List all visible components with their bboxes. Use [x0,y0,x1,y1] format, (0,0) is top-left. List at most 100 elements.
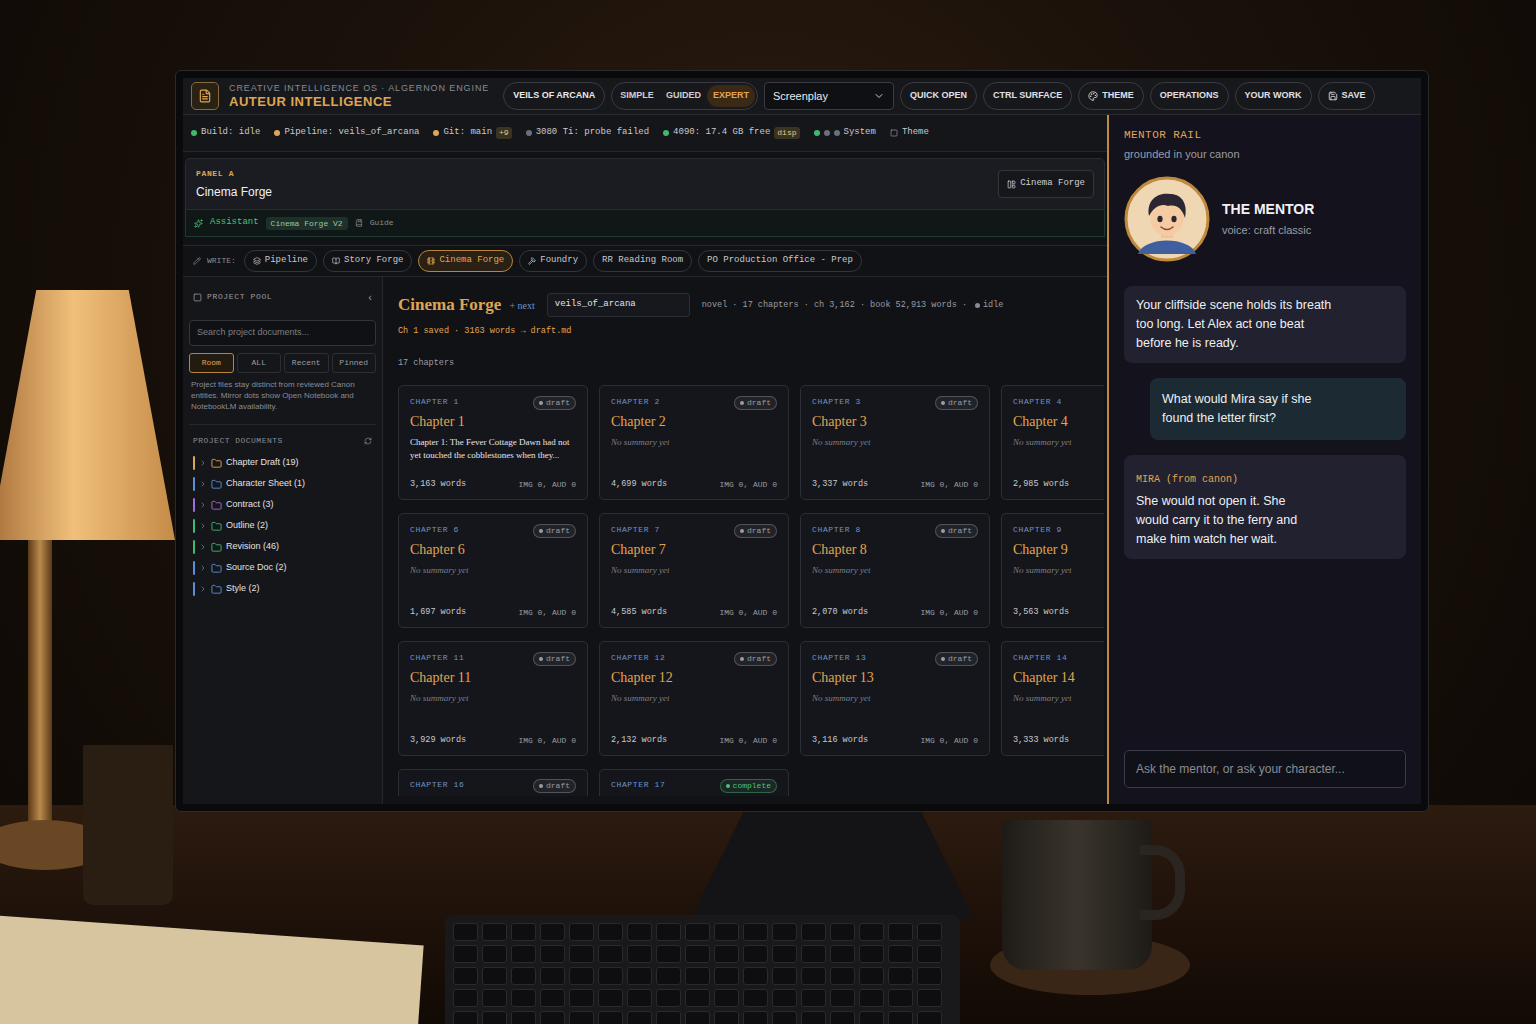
key[interactable] [859,923,884,941]
key[interactable] [511,989,536,1007]
key[interactable] [453,945,478,963]
key[interactable] [656,923,681,941]
key[interactable] [482,989,507,1007]
key[interactable] [598,967,623,985]
key[interactable] [714,945,739,963]
key[interactable] [772,923,797,941]
filter-tab[interactable]: Recent [284,353,329,373]
key[interactable] [830,967,855,985]
key[interactable] [830,989,855,1007]
key[interactable] [888,989,913,1007]
key[interactable] [656,967,681,985]
key[interactable] [830,923,855,941]
key[interactable] [917,967,942,985]
key[interactable] [685,967,710,985]
key[interactable] [540,923,565,941]
folder-row[interactable]: Contract (3) [189,495,376,516]
key[interactable] [859,989,884,1007]
key[interactable] [453,923,478,941]
key[interactable] [917,923,942,941]
key[interactable] [888,967,913,985]
header-button[interactable]: SAVE [1318,82,1376,110]
key[interactable] [511,967,536,985]
key[interactable] [685,1011,710,1024]
key[interactable] [598,945,623,963]
key[interactable] [714,923,739,941]
write-tab[interactable]: Pipeline [244,250,317,272]
key[interactable] [540,1011,565,1024]
key[interactable] [801,967,826,985]
write-tab[interactable]: Cinema Forge [418,250,513,272]
key[interactable] [598,1011,623,1024]
chapter-card[interactable]: CHAPTER 2draftChapter 2No summary yet4,6… [599,385,789,500]
key[interactable] [656,945,681,963]
header-button[interactable]: QUICK OPEN [900,82,977,110]
key[interactable] [772,989,797,1007]
chapter-card[interactable]: CHAPTER 12draftChapter 12No summary yet2… [599,641,789,756]
key[interactable] [569,945,594,963]
chapter-card[interactable]: CHAPTER 17complete [599,769,789,796]
write-tab[interactable]: Story Forge [323,250,412,272]
write-tab[interactable]: PO Production Office - Prep [698,250,862,272]
key[interactable] [859,967,884,985]
key[interactable] [569,989,594,1007]
chapter-card[interactable]: CHAPTER 1draftChapter 1Chapter 1: The Fe… [398,385,588,500]
refresh-icon[interactable] [364,437,372,445]
key[interactable] [656,989,681,1007]
key[interactable] [569,967,594,985]
chapter-card[interactable]: CHAPTER 9Chapter 9No summary yet3,563 wo… [1001,513,1104,628]
key[interactable] [598,923,623,941]
chapter-card[interactable]: CHAPTER 3draftChapter 3No summary yet3,3… [800,385,990,500]
key[interactable] [917,1011,942,1024]
folder-row[interactable]: Outline (2) [189,516,376,537]
write-tab[interactable]: RR Reading Room [593,250,692,272]
search-field[interactable]: Search project documents... [189,320,376,346]
key[interactable] [511,923,536,941]
key[interactable] [743,989,768,1007]
key[interactable] [453,1011,478,1024]
project-button[interactable]: VEILS OF ARCANA [503,82,605,110]
format-select[interactable]: Screenplay [764,82,894,110]
header-button[interactable]: CTRL SURFACE [983,82,1072,110]
key[interactable] [540,967,565,985]
chapter-card[interactable]: CHAPTER 8draftChapter 8No summary yet2,0… [800,513,990,628]
key[interactable] [685,923,710,941]
folder-row[interactable]: Source Doc (2) [189,558,376,579]
key[interactable] [859,945,884,963]
key[interactable] [482,967,507,985]
key[interactable] [511,945,536,963]
key[interactable] [627,967,652,985]
chapter-card[interactable]: CHAPTER 4Chapter 4No summary yet2,985 wo… [1001,385,1104,500]
chapter-card[interactable]: CHAPTER 13draftChapter 13No summary yet3… [800,641,990,756]
filter-tab[interactable]: Pinned [332,353,377,373]
key[interactable] [627,945,652,963]
mode-option[interactable]: EXPERT [707,85,755,107]
folder-row[interactable]: Chapter Draft (19) [189,453,376,474]
filter-tab[interactable]: ALL [237,353,282,373]
key[interactable] [917,989,942,1007]
key[interactable] [830,1011,855,1024]
next-button[interactable]: + next [509,298,534,313]
key[interactable] [888,923,913,941]
key[interactable] [627,989,652,1007]
key[interactable] [453,989,478,1007]
key[interactable] [598,989,623,1007]
chapter-card[interactable]: CHAPTER 11draftChapter 11No summary yet3… [398,641,588,756]
key[interactable] [482,923,507,941]
mentor-input[interactable]: Ask the mentor, or ask your character... [1124,750,1406,788]
chapter-card[interactable]: CHAPTER 16draft [398,769,588,796]
header-button[interactable]: YOUR WORK [1235,82,1312,110]
filter-tab[interactable]: Room [189,353,234,373]
key[interactable] [714,989,739,1007]
folder-row[interactable]: Revision (46) [189,537,376,558]
write-tab[interactable]: Foundry [519,250,587,272]
key[interactable] [714,1011,739,1024]
key[interactable] [627,1011,652,1024]
header-button[interactable]: THEME [1078,82,1144,110]
key[interactable] [917,945,942,963]
key[interactable] [482,1011,507,1024]
key[interactable] [743,1011,768,1024]
key[interactable] [801,945,826,963]
key[interactable] [656,1011,681,1024]
key[interactable] [482,945,507,963]
